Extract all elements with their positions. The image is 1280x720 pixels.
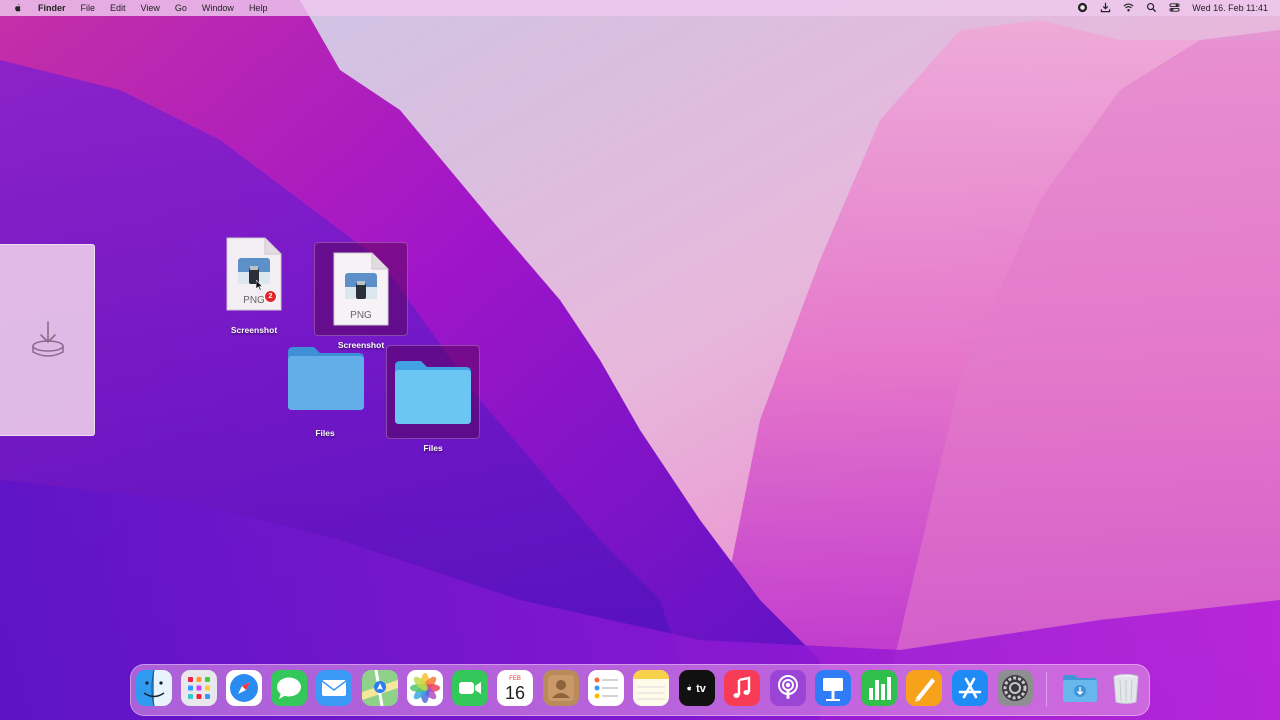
dock-numbers-icon[interactable] xyxy=(861,670,897,706)
dock-podcasts-icon[interactable] xyxy=(770,670,806,706)
menubar-clock[interactable]: Wed 16. Feb 11:41 xyxy=(1192,3,1268,13)
menu-edit[interactable]: Edit xyxy=(110,3,126,13)
desktop-folder-label: Files xyxy=(423,443,443,453)
menu-help[interactable]: Help xyxy=(249,3,268,13)
dock-safari-icon[interactable] xyxy=(226,670,262,706)
dock-mail-icon[interactable] xyxy=(316,670,352,706)
dock-photos-icon[interactable] xyxy=(407,670,443,706)
dock-pages-icon[interactable] xyxy=(906,670,942,706)
dock-notes-icon[interactable] xyxy=(633,670,669,706)
drop-tray-icon xyxy=(32,321,64,357)
dock-reminders-icon[interactable] xyxy=(588,670,624,706)
dock-maps-icon[interactable] xyxy=(362,670,398,706)
folder-icon xyxy=(395,361,471,424)
control-center-icon[interactable] xyxy=(1169,2,1180,15)
desktop-wallpaper xyxy=(0,0,1280,720)
desktop-file-label: Screenshot xyxy=(230,325,278,335)
wifi-icon[interactable] xyxy=(1123,2,1134,15)
menu-go[interactable]: Go xyxy=(175,3,187,13)
dock-app-store-icon[interactable] xyxy=(952,670,988,706)
mouse-cursor-icon xyxy=(256,280,264,291)
search-icon[interactable] xyxy=(1146,2,1157,15)
png-type-label: PNG xyxy=(350,310,372,321)
menu-finder[interactable]: Finder xyxy=(38,3,66,13)
dock-apple-tv-icon[interactable]: tv xyxy=(679,670,715,706)
dock-finder-icon[interactable] xyxy=(136,670,172,706)
desktop-folder-label: Files xyxy=(315,428,335,438)
screen-record-icon[interactable] xyxy=(1077,2,1088,15)
png-type-label: PNG xyxy=(243,295,265,306)
calendar-month: FEB xyxy=(509,676,521,682)
dock-music-icon[interactable] xyxy=(724,670,760,706)
menu-view[interactable]: View xyxy=(141,3,160,13)
dock-trash-icon[interactable] xyxy=(1108,670,1144,706)
svg-text:tv: tv xyxy=(696,683,707,695)
menu-file[interactable]: File xyxy=(81,3,96,13)
dock-separator xyxy=(1046,672,1047,706)
menu-bar: Finder File Edit View Go Window Help Wed… xyxy=(0,0,1280,16)
dock-facetime-icon[interactable] xyxy=(452,670,488,706)
dock-messages-icon[interactable] xyxy=(271,670,307,706)
apple-menu-icon[interactable] xyxy=(12,2,23,15)
calendar-day: 16 xyxy=(505,683,525,703)
png-file-icon: PNG xyxy=(333,252,389,326)
dock-calendar-icon[interactable]: FEB 16 xyxy=(497,670,533,706)
dock-contacts-icon[interactable] xyxy=(543,670,579,706)
menu-window[interactable]: Window xyxy=(202,3,234,13)
drag-count-badge: 2 xyxy=(264,290,277,303)
dock-system-preferences-icon[interactable] xyxy=(997,670,1033,706)
dock-launchpad-icon[interactable] xyxy=(181,670,217,706)
download-icon[interactable] xyxy=(1100,2,1111,15)
dock-keynote-icon[interactable] xyxy=(815,670,851,706)
folder-icon xyxy=(288,347,364,410)
dock-downloads-folder-icon[interactable] xyxy=(1062,670,1098,706)
